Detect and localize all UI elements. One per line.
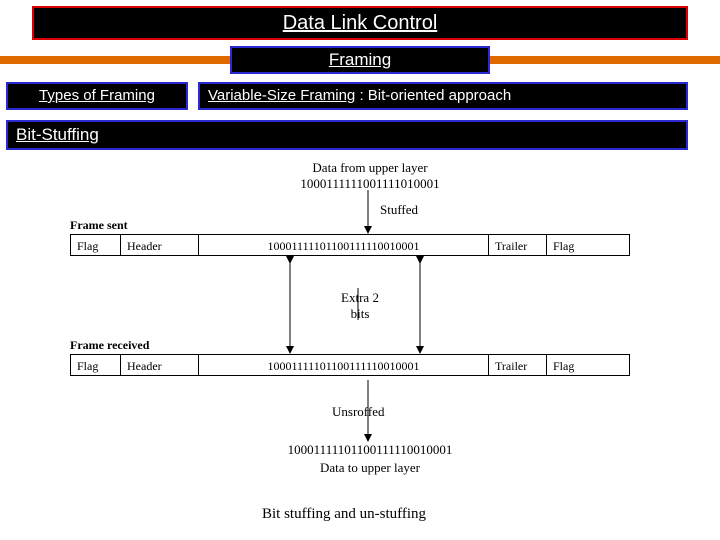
- recv-payload: 10001111101100111110010001: [199, 355, 489, 375]
- upper-layer-label: Data from upper layer: [290, 160, 450, 176]
- types-of-framing-box: Types of Framing: [6, 82, 188, 110]
- frame-sent-label: Frame sent: [70, 218, 128, 233]
- stuffed-label: Stuffed: [380, 202, 418, 218]
- recv-flag-right: Flag: [547, 355, 597, 375]
- variable-size-rest: : Bit-oriented approach: [355, 87, 511, 104]
- sent-flag-right: Flag: [547, 235, 597, 255]
- sent-payload: 10001111101100111110010001: [199, 235, 489, 255]
- recv-trailer: Trailer: [489, 355, 547, 375]
- sent-flag-left: Flag: [71, 235, 121, 255]
- diagram-arrows: [70, 160, 650, 490]
- sent-trailer: Trailer: [489, 235, 547, 255]
- subtitle-banner: Framing: [230, 46, 490, 74]
- bitstuffing-diagram: Data from upper layer 100011111100111101…: [70, 160, 650, 490]
- bit-stuffing-box: Bit-Stuffing: [6, 120, 688, 150]
- title-banner: Data Link Control: [32, 6, 688, 40]
- unstuffed-label: Unsroffed: [332, 404, 384, 420]
- variable-size-box: Variable-Size Framing : Bit-oriented app…: [198, 82, 688, 110]
- extra-bits-label: Extra 2 bits: [330, 290, 390, 322]
- recv-header: Header: [121, 355, 199, 375]
- lower-layer-label: Data to upper layer: [290, 460, 450, 476]
- lower-bits: 10001111101100111110010001: [270, 442, 470, 458]
- frame-received-label: Frame received: [70, 338, 149, 353]
- upper-bits: 1000111111001111010001: [280, 176, 460, 192]
- sent-header: Header: [121, 235, 199, 255]
- variable-size-underlined: Variable-Size Framing: [208, 87, 355, 104]
- frame-received-row: Flag Header 10001111101100111110010001 T…: [70, 354, 630, 376]
- figure-caption: Bit stuffing and un-stuffing: [262, 506, 426, 523]
- recv-flag-left: Flag: [71, 355, 121, 375]
- frame-sent-row: Flag Header 10001111101100111110010001 T…: [70, 234, 630, 256]
